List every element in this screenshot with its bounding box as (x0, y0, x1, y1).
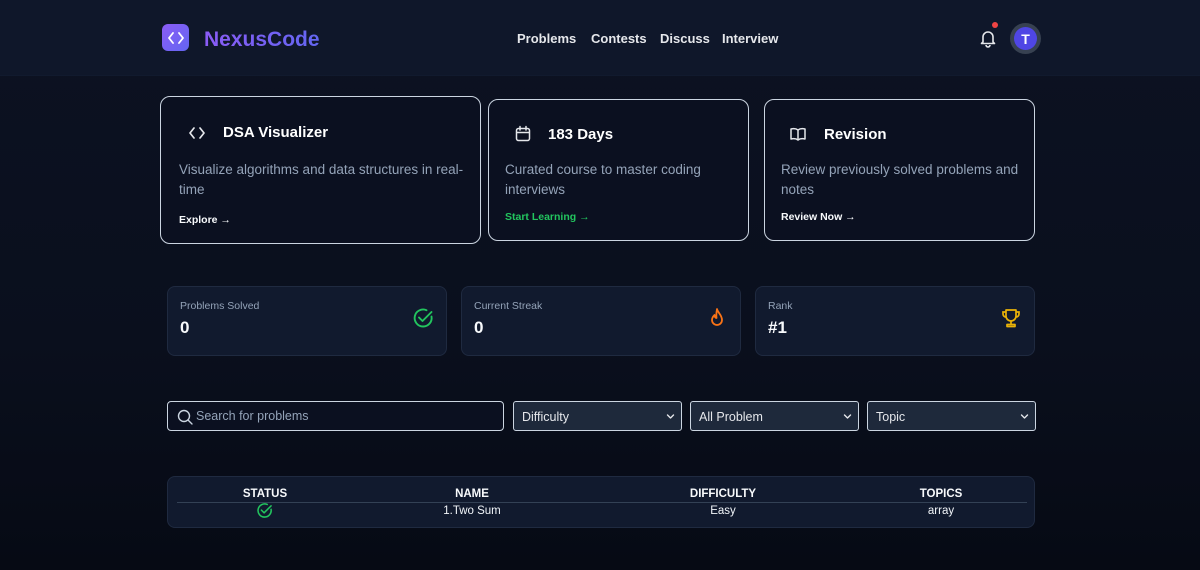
card-dsa-visualizer[interactable]: DSA Visualizer Visualize algorithms and … (160, 96, 481, 244)
chevron-down-icon (666, 414, 675, 419)
bell-icon[interactable] (978, 28, 998, 48)
column-header-status[interactable]: STATUS (243, 488, 287, 500)
stat-value: 0 (474, 318, 484, 337)
table-header-divider (177, 502, 1027, 503)
nav-problems[interactable]: Problems (517, 31, 576, 47)
flame-icon (711, 308, 723, 326)
nav-contests[interactable]: Contests (591, 31, 647, 47)
start-learning-link[interactable]: Start Learning → (505, 211, 590, 223)
card-183-days[interactable]: 183 Days Curated course to master coding… (488, 99, 749, 241)
nav-discuss[interactable]: Discuss (660, 31, 710, 47)
stat-label: Rank (768, 300, 793, 312)
card-title: DSA Visualizer (223, 124, 329, 141)
card-title: Revision (824, 126, 887, 143)
column-header-topics[interactable]: TOPICS (920, 488, 963, 500)
topic-select[interactable]: Topic (867, 401, 1036, 431)
avatar-initial: T (1014, 27, 1037, 50)
code-icon (189, 127, 205, 139)
problems-table: STATUS NAME DIFFICULTY TOPICS 1.Two Sum … (167, 476, 1035, 528)
check-circle-icon (413, 308, 433, 328)
avatar[interactable]: T (1010, 23, 1041, 54)
column-header-difficulty[interactable]: DIFFICULTY (690, 488, 756, 500)
card-revision[interactable]: Revision Review previously solved proble… (764, 99, 1035, 241)
top-navbar: NexusCode Problems Contests Discuss Inte… (0, 0, 1200, 76)
stat-rank: Rank #1 (755, 286, 1035, 356)
review-now-link[interactable]: Review Now → (781, 211, 856, 223)
card-description: Curated course to master coding intervie… (505, 162, 701, 197)
problem-name-link[interactable]: 1.Two Sum (443, 505, 501, 517)
search-box[interactable] (167, 401, 504, 431)
problem-status-select[interactable]: All Problem (690, 401, 859, 431)
stat-label: Problems Solved (180, 300, 260, 312)
card-description: Review previously solved problems and no… (781, 162, 1019, 197)
stat-value: 0 (180, 318, 190, 337)
chevron-down-icon (843, 414, 852, 419)
stat-value: #1 (768, 318, 787, 337)
notification-dot (992, 22, 998, 28)
nav-interview[interactable]: Interview (722, 31, 778, 47)
problem-topics: array (927, 505, 955, 517)
problem-difficulty: Easy (710, 505, 736, 517)
difficulty-select[interactable]: Difficulty (513, 401, 682, 431)
stat-current-streak: Current Streak 0 (461, 286, 741, 356)
chevron-down-icon (1020, 414, 1029, 419)
card-title: 183 Days (548, 126, 614, 143)
topic-select-value: Topic (876, 410, 906, 424)
explore-link[interactable]: Explore → (179, 214, 231, 226)
stat-problems-solved: Problems Solved 0 (167, 286, 447, 356)
difficulty-select-value: Difficulty (522, 410, 570, 424)
calendar-icon (515, 125, 531, 142)
trophy-icon (1002, 309, 1020, 328)
column-header-name[interactable]: NAME (455, 488, 489, 500)
search-input[interactable] (196, 402, 496, 430)
card-description: Visualize algorithms and data structures… (179, 162, 464, 197)
book-icon (790, 127, 806, 141)
solved-check-icon (257, 503, 272, 518)
problem-status-select-value: All Problem (699, 410, 763, 424)
search-icon (177, 409, 193, 425)
stat-label: Current Streak (474, 300, 543, 312)
